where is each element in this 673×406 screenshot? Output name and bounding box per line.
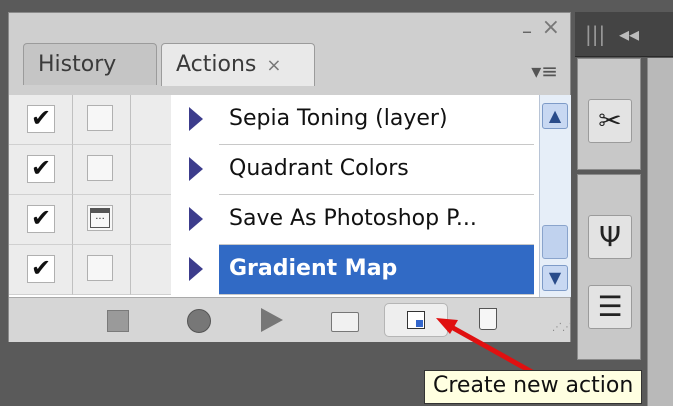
dialog-icon: ... xyxy=(90,208,110,228)
close-icon[interactable]: × xyxy=(542,15,560,40)
row-spacer xyxy=(131,195,171,245)
panel-menu-icon[interactable]: ▾≡ xyxy=(531,59,558,83)
list-item-selected[interactable]: ✔ Gradient Map xyxy=(9,245,539,295)
dialog-column: ... xyxy=(73,195,131,245)
tools-icon[interactable]: ✂ xyxy=(588,99,632,143)
actions-panel: History Actions × – × ▾≡ ✔ Sepia Toning (… xyxy=(8,12,572,342)
tab-history-label: History xyxy=(38,52,117,77)
play-icon[interactable] xyxy=(261,308,283,332)
expand-triangle-icon[interactable] xyxy=(189,157,203,181)
expand-triangle-icon[interactable] xyxy=(189,257,203,281)
tab-actions[interactable]: Actions × xyxy=(161,43,315,86)
toggle-column: ✔ xyxy=(9,145,73,195)
dock-grip-icon[interactable]: ||| xyxy=(585,24,605,44)
row-spacer xyxy=(131,95,171,145)
create-new-action-button[interactable] xyxy=(384,303,448,337)
scroll-thumb[interactable] xyxy=(542,225,568,259)
dialog-column xyxy=(73,95,131,145)
dialog-toggle[interactable]: ... xyxy=(87,205,113,231)
dock-strip xyxy=(647,58,673,406)
right-dock: ||| ◂◂ ✂ Ψ ☰ xyxy=(575,12,673,406)
dialog-column xyxy=(73,145,131,195)
dialog-toggle[interactable] xyxy=(87,255,113,281)
toggle-checkbox[interactable]: ✔ xyxy=(27,205,55,233)
tab-actions-label: Actions xyxy=(176,52,257,77)
trash-icon[interactable] xyxy=(479,308,497,330)
expand-triangle-icon[interactable] xyxy=(189,107,203,131)
toggle-checkbox[interactable]: ✔ xyxy=(27,155,55,183)
new-action-icon xyxy=(407,311,425,329)
dialog-toggle[interactable] xyxy=(87,105,113,131)
minimize-icon[interactable]: – xyxy=(522,19,532,43)
action-label: Quadrant Colors xyxy=(219,145,534,195)
vertical-scrollbar[interactable]: ▲ ▼ xyxy=(539,95,571,297)
list-item[interactable]: ✔ ... Save As Photoshop P... xyxy=(9,195,539,245)
tab-history[interactable]: History xyxy=(23,43,157,85)
expand-triangle-icon[interactable] xyxy=(189,207,203,231)
stop-icon[interactable] xyxy=(107,310,129,332)
scroll-up-icon[interactable]: ▲ xyxy=(542,103,568,129)
actions-toolbar: ⋰⋰ xyxy=(9,297,572,342)
action-label: Sepia Toning (layer) xyxy=(219,95,534,145)
tooltip: Create new action xyxy=(424,370,643,404)
list-item[interactable]: ✔ Sepia Toning (layer) xyxy=(9,95,539,145)
dock-panel-actions: Ψ ☰ xyxy=(577,174,641,360)
toggle-checkbox[interactable]: ✔ xyxy=(27,255,55,283)
dock-header: ||| ◂◂ xyxy=(575,12,673,57)
actions-list-icon[interactable]: ☰ xyxy=(588,285,632,329)
toggle-column: ✔ xyxy=(9,95,73,145)
dialog-toggle[interactable] xyxy=(87,155,113,181)
row-spacer xyxy=(131,145,171,195)
panel-titlebar: History Actions × – × ▾≡ xyxy=(9,13,570,96)
actions-list: ✔ Sepia Toning (layer) ✔ Quadrant Colors… xyxy=(9,95,539,297)
dialog-column xyxy=(73,245,131,295)
toggle-column: ✔ xyxy=(9,245,73,295)
dock-panel-tools: ✂ xyxy=(577,58,641,170)
collapse-icon[interactable]: ◂◂ xyxy=(619,22,639,46)
scroll-down-icon[interactable]: ▼ xyxy=(542,265,568,291)
record-icon[interactable] xyxy=(187,309,211,333)
brush-cup-icon[interactable]: Ψ xyxy=(588,215,632,259)
resize-grip-icon[interactable]: ⋰⋰ xyxy=(552,323,572,338)
folder-icon[interactable] xyxy=(331,312,359,332)
action-label: Gradient Map xyxy=(219,245,534,295)
toggle-column: ✔ xyxy=(9,195,73,245)
toggle-checkbox[interactable]: ✔ xyxy=(27,105,55,133)
action-label: Save As Photoshop P... xyxy=(219,195,534,245)
row-spacer xyxy=(131,245,171,295)
close-tab-icon[interactable]: × xyxy=(266,55,281,76)
list-item[interactable]: ✔ Quadrant Colors xyxy=(9,145,539,195)
